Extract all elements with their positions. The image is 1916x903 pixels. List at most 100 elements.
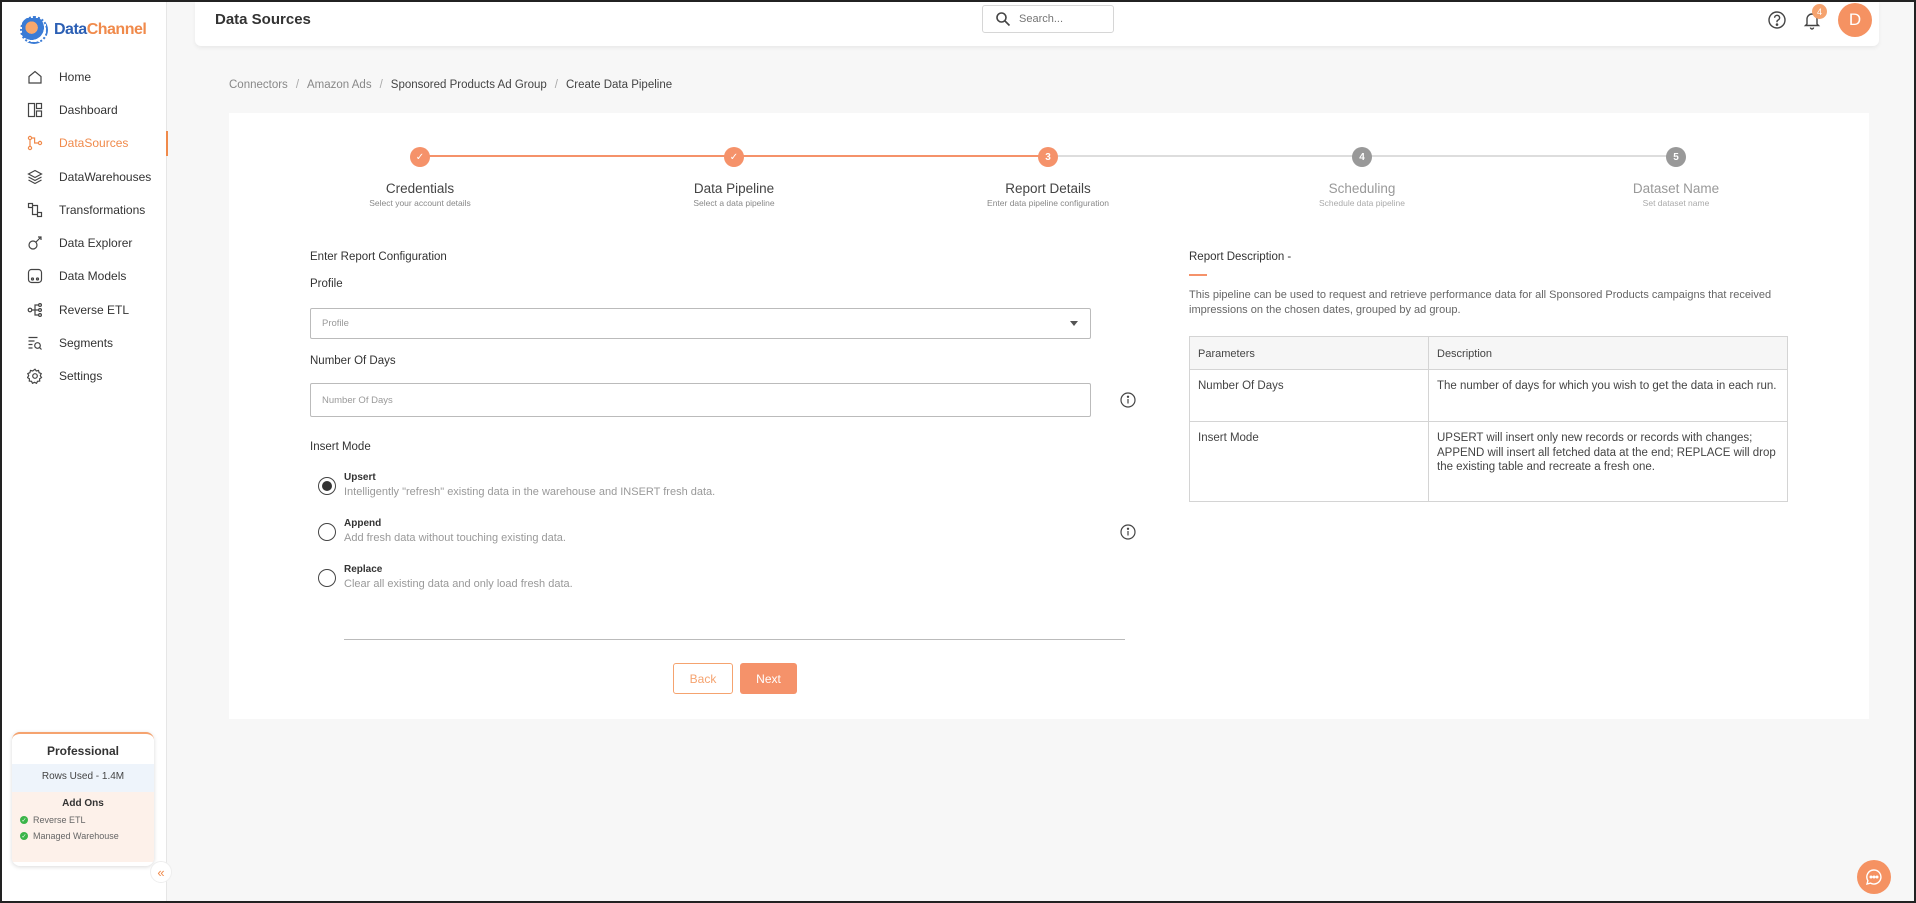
breadcrumb-connectors[interactable]: Connectors (229, 79, 288, 91)
plan-addons-title: Add Ons (62, 798, 104, 809)
step-subtitle: Enter data pipeline configuration (987, 198, 1109, 208)
sidebar-item-transformations[interactable]: Transformations (2, 193, 167, 226)
back-button[interactable]: Back (673, 663, 733, 694)
sidebar-item-home[interactable]: Home (2, 60, 167, 93)
table-cell: Number Of Days (1189, 369, 1429, 422)
help-icon[interactable] (1767, 10, 1787, 30)
caret-down-icon (1070, 321, 1078, 326)
info-icon[interactable] (1120, 524, 1136, 540)
step-subtitle: Select your account details (369, 198, 471, 208)
radio-description: Clear all existing data and only load fr… (344, 578, 573, 590)
breadcrumb: Connectors / Amazon Ads / Sponsored Prod… (229, 79, 672, 91)
sidebar-item-settings[interactable]: Settings (2, 360, 167, 393)
addon-label: Reverse ETL (33, 815, 86, 825)
step-title: Credentials (385, 181, 455, 196)
sidebar-item-data-explorer[interactable]: Data Explorer (2, 226, 167, 259)
radio-description: Intelligently "refresh" existing data in… (344, 486, 716, 498)
radio-button[interactable] (318, 523, 336, 541)
sidebar-item-label: Data Models (59, 269, 127, 284)
sidebar-item-label: Settings (59, 369, 103, 384)
sidebar-item-reverse-etl[interactable]: Reverse ETL (2, 293, 167, 326)
top-header: Data Sources 4 D (195, 2, 1879, 46)
breadcrumb-separator: / (295, 79, 300, 91)
step-report-details[interactable]: 3 Report Details Enter data pipeline con… (948, 147, 1148, 208)
step-dataset-name: 5 Dataset Name Set dataset name (1576, 147, 1776, 208)
profile-label: Profile (310, 278, 343, 290)
radio-button[interactable] (318, 569, 336, 587)
chat-button[interactable] (1857, 860, 1891, 894)
table-cell: Insert Mode (1189, 421, 1429, 502)
step-number: 5 (1666, 147, 1686, 167)
layers-icon (27, 169, 43, 185)
radio-title: Replace (344, 564, 383, 575)
check-icon: ✓ (724, 147, 744, 167)
sidebar-item-label: Dashboard (59, 102, 118, 117)
radio-button-selected[interactable] (318, 477, 336, 495)
sidebar-item-data-models[interactable]: Data Models (2, 260, 167, 293)
dashboard-icon (27, 102, 43, 118)
plan-title: Professional (46, 744, 120, 758)
addon-item: ✓ Reverse ETL (20, 815, 146, 825)
step-credentials[interactable]: ✓ Credentials Select your account detail… (320, 147, 520, 208)
avatar[interactable]: D (1838, 3, 1872, 37)
addon-item: ✓ Managed Warehouse (20, 831, 146, 841)
reverse-etl-icon (27, 302, 43, 318)
search-input[interactable] (1019, 13, 1099, 25)
table-cell: UPSERT will insert only new records or r… (1428, 421, 1788, 502)
logo-mark (20, 16, 48, 44)
step-title: Data Pipeline (693, 181, 775, 196)
step-title: Scheduling (1328, 181, 1396, 196)
step-data-pipeline[interactable]: ✓ Data Pipeline Select a data pipeline (634, 147, 834, 208)
step-scheduling: 4 Scheduling Schedule data pipeline (1262, 147, 1462, 208)
segments-icon (27, 335, 43, 351)
radio-replace[interactable]: Replace Clear all existing data and only… (318, 564, 573, 590)
step-subtitle: Schedule data pipeline (1318, 198, 1405, 208)
parameters-table: Parameters Description Number Of Days Th… (1189, 336, 1788, 502)
radio-append[interactable]: Append Add fresh data without touching e… (318, 518, 566, 544)
info-icon[interactable] (1120, 392, 1136, 408)
breadcrumb-sponsored-products[interactable]: Sponsored Products Ad Group (391, 79, 547, 91)
table-row: Insert Mode UPSERT will insert only new … (1189, 421, 1788, 502)
sidebar: DataChannel Home Dashboard DataSources D… (2, 2, 168, 901)
insert-mode-label: Insert Mode (310, 441, 371, 453)
check-icon: ✓ (20, 816, 28, 824)
search-box[interactable] (982, 5, 1114, 33)
chat-icon (1866, 869, 1882, 885)
profile-select[interactable]: Profile (310, 308, 1091, 339)
radio-title: Append (344, 518, 382, 529)
table-header-cell: Description (1428, 336, 1788, 370)
radio-upsert[interactable]: Upsert Intelligently "refresh" existing … (318, 472, 715, 498)
sidebar-item-datasources[interactable]: DataSources (2, 127, 168, 160)
logo[interactable]: DataChannel (20, 16, 147, 44)
divider (344, 639, 1125, 640)
collapse-sidebar-button[interactable]: « (150, 861, 172, 883)
logo-text-part2: Channel (86, 21, 147, 38)
sidebar-item-datawarehouses[interactable]: DataWarehouses (2, 160, 167, 193)
home-icon (27, 69, 43, 85)
notification-badge: 4 (1812, 4, 1827, 19)
gear-icon (27, 368, 43, 385)
check-icon: ✓ (410, 147, 430, 167)
logo-text: DataChannel (54, 21, 147, 39)
radio-description: Add fresh data without touching existing… (344, 532, 566, 544)
step-number: 3 (1038, 147, 1058, 167)
table-row: Number Of Days The number of days for wh… (1189, 369, 1788, 422)
step-subtitle: Set dataset name (1642, 198, 1710, 208)
stepper: ✓ Credentials Select your account detail… (229, 113, 1869, 223)
sidebar-item-segments[interactable]: Segments (2, 326, 167, 359)
addon-label: Managed Warehouse (33, 831, 119, 841)
plan-card: Professional Rows Used - 1.4M Add Ons ✓ … (12, 732, 154, 866)
table-header-row: Parameters Description (1189, 336, 1788, 370)
search-icon (996, 12, 1011, 27)
sidebar-item-dashboard[interactable]: Dashboard (2, 93, 167, 126)
sidebar-item-label: Home (59, 69, 92, 84)
next-button[interactable]: Next (740, 663, 797, 694)
sidebar-item-label: DataSources (59, 136, 129, 151)
breadcrumb-amazon-ads[interactable]: Amazon Ads (307, 79, 372, 91)
plan-rows-used: Rows Used - 1.4M (12, 764, 154, 792)
main-panel: ✓ Credentials Select your account detail… (229, 113, 1869, 719)
number-of-days-input[interactable] (310, 383, 1091, 417)
number-of-days-label: Number Of Days (310, 355, 396, 367)
sidebar-item-label: Transformations (59, 202, 146, 217)
table-header-cell: Parameters (1189, 336, 1429, 370)
